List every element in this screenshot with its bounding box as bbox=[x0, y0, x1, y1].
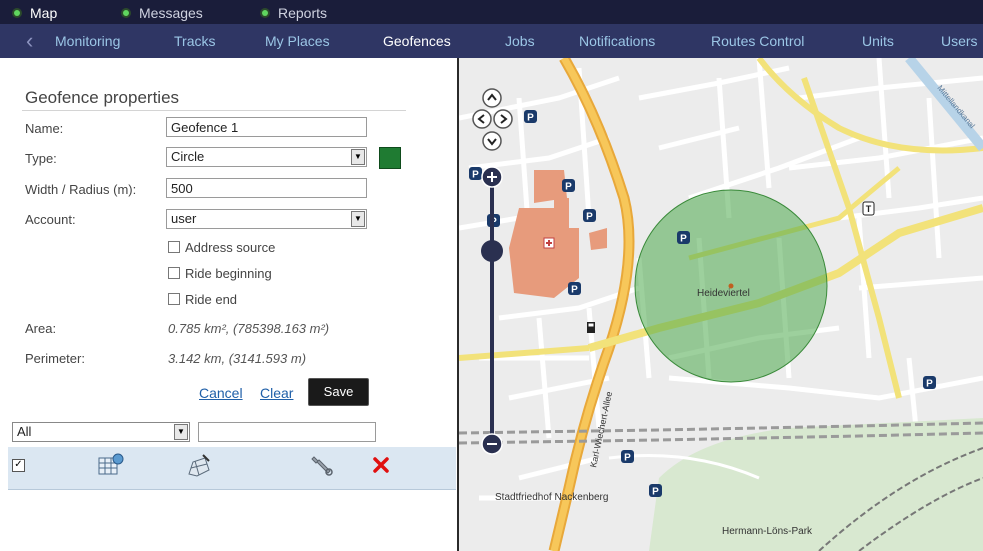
status-dot-icon bbox=[14, 10, 20, 17]
perimeter-value: 3.142 km, (3141.593 m) bbox=[168, 351, 307, 366]
cancel-link[interactable]: Cancel bbox=[199, 385, 243, 401]
area-value: 0.785 km², (785398.163 m²) bbox=[168, 321, 330, 336]
map-label-park: Hermann-Löns-Park bbox=[722, 526, 813, 537]
select-all-checkbox[interactable]: ✓ bbox=[12, 459, 25, 472]
menu-item-messages[interactable]: Messages bbox=[123, 4, 203, 22]
account-label: Account: bbox=[25, 212, 76, 227]
checkbox-icon bbox=[168, 293, 180, 305]
name-field[interactable] bbox=[166, 117, 367, 137]
tab-geofences[interactable]: Geofences bbox=[383, 33, 451, 49]
ride-beginning-checkbox[interactable]: Ride beginning bbox=[168, 266, 272, 281]
tab-notifications[interactable]: Notifications bbox=[579, 33, 655, 49]
clear-link[interactable]: Clear bbox=[260, 385, 293, 401]
divider bbox=[22, 110, 406, 111]
map-label-cemetery: Stadtfriedhof Nackenberg bbox=[495, 492, 608, 503]
svg-text:P: P bbox=[680, 234, 687, 245]
map-canvas: P P P P P P P P P P T Heideviertel Stadt… bbox=[459, 58, 983, 551]
map-label-district: Heideviertel bbox=[697, 288, 750, 299]
svg-text:P: P bbox=[571, 285, 578, 296]
color-picker[interactable] bbox=[379, 147, 401, 169]
account-select[interactable]: user ▼ bbox=[166, 209, 367, 229]
delete-icon[interactable] bbox=[371, 455, 391, 475]
panel-title: Geofence properties bbox=[25, 88, 180, 107]
pan-down-icon[interactable] bbox=[482, 131, 502, 151]
menu-item-map[interactable]: Map bbox=[14, 4, 57, 22]
pan-right-icon[interactable] bbox=[493, 109, 513, 129]
status-dot-icon bbox=[123, 10, 129, 17]
type-select[interactable]: Circle ▼ bbox=[166, 147, 367, 167]
status-dot-icon bbox=[262, 10, 268, 17]
tab-routes-control[interactable]: Routes Control bbox=[711, 33, 804, 49]
save-button[interactable]: Save bbox=[308, 378, 369, 406]
zoom-slider-handle[interactable] bbox=[481, 240, 503, 262]
chevron-down-icon: ▼ bbox=[351, 149, 365, 165]
menu-item-reports[interactable]: Reports bbox=[262, 4, 327, 22]
svg-text:T: T bbox=[866, 204, 872, 214]
perimeter-label: Perimeter: bbox=[25, 351, 85, 366]
svg-text:P: P bbox=[926, 379, 933, 390]
svg-text:P: P bbox=[565, 182, 572, 193]
search-input[interactable] bbox=[198, 422, 376, 442]
tab-my-places[interactable]: My Places bbox=[265, 33, 330, 49]
pan-up-icon[interactable] bbox=[482, 88, 502, 108]
tab-tracks[interactable]: Tracks bbox=[174, 33, 215, 49]
edit-geofence-icon[interactable] bbox=[185, 452, 213, 478]
tab-bar: ‹ Monitoring Tracks My Places Geofences … bbox=[0, 24, 983, 58]
radius-label: Width / Radius (m): bbox=[25, 182, 137, 197]
tab-units[interactable]: Units bbox=[862, 33, 894, 49]
svg-text:P: P bbox=[652, 487, 659, 498]
name-label: Name: bbox=[25, 121, 64, 136]
checkbox-icon bbox=[168, 267, 180, 279]
pan-left-icon[interactable] bbox=[472, 109, 492, 129]
tab-jobs[interactable]: Jobs bbox=[505, 33, 535, 49]
tab-monitoring[interactable]: Monitoring bbox=[55, 33, 120, 49]
filter-select[interactable]: All ▼ bbox=[12, 422, 190, 442]
tab-users[interactable]: Users bbox=[941, 33, 978, 49]
top-menu-bar: Map Messages Reports bbox=[0, 0, 983, 24]
chevron-down-icon: ▼ bbox=[174, 424, 188, 440]
checkbox-icon bbox=[168, 241, 180, 253]
radius-field[interactable] bbox=[166, 178, 367, 198]
wrench-icon[interactable] bbox=[308, 452, 336, 478]
type-label: Type: bbox=[25, 151, 57, 166]
ride-end-checkbox[interactable]: Ride end bbox=[168, 292, 237, 307]
chevron-down-icon: ▼ bbox=[351, 211, 365, 227]
svg-text:P: P bbox=[527, 113, 534, 124]
svg-text:P: P bbox=[472, 170, 479, 181]
svg-text:P: P bbox=[586, 212, 593, 223]
address-source-checkbox[interactable]: Address source bbox=[168, 240, 275, 255]
fuel-station-icon bbox=[587, 322, 595, 333]
map-view[interactable]: P P P P P P P P P P T Heideviertel Stadt… bbox=[459, 58, 983, 551]
geofence-group-icon[interactable] bbox=[96, 452, 124, 478]
area-label: Area: bbox=[25, 321, 57, 336]
chevron-left-icon[interactable]: ‹ bbox=[26, 30, 38, 52]
tram-stop-icon: T bbox=[862, 201, 875, 216]
svg-text:P: P bbox=[624, 453, 631, 464]
